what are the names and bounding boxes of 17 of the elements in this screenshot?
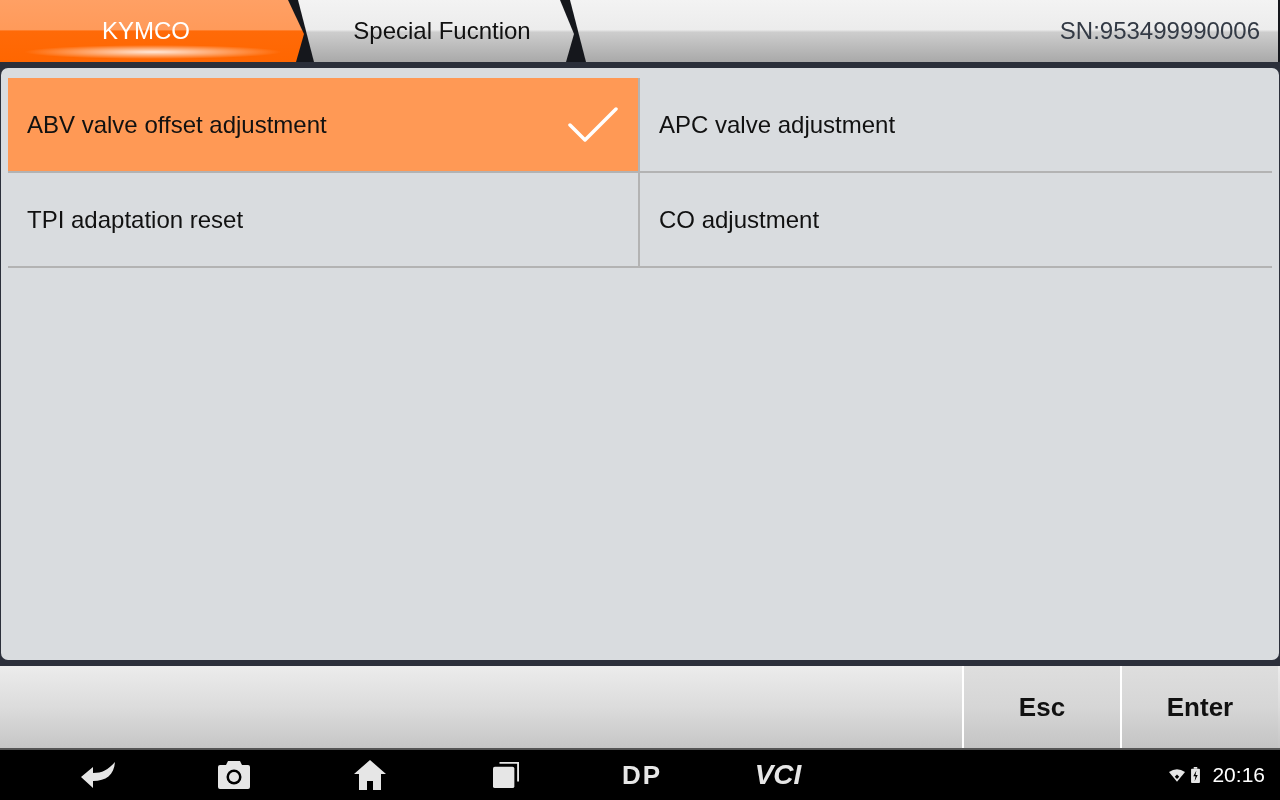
checkmark-icon	[568, 106, 618, 143]
function-item[interactable]: APC valve adjustment	[640, 78, 1272, 173]
action-button[interactable]: Enter	[1120, 666, 1278, 748]
function-item[interactable]: TPI adaptation reset	[8, 173, 640, 268]
home-icon[interactable]	[354, 760, 386, 790]
wifi-icon	[1169, 768, 1186, 782]
camera-icon[interactable]	[218, 761, 250, 789]
back-icon[interactable]	[80, 761, 116, 789]
app-logo[interactable]: VCI	[754, 761, 802, 789]
recent-apps-icon[interactable]	[493, 761, 519, 789]
function-item[interactable]: CO adjustment	[640, 173, 1272, 268]
app-logo[interactable]: DP	[621, 762, 663, 788]
function-item[interactable]: ABV valve offset adjustment	[8, 78, 640, 173]
action-button[interactable]: Esc	[962, 666, 1120, 748]
clock-time: 20:16	[1212, 763, 1265, 787]
battery-charging-icon	[1191, 767, 1201, 783]
serial-number: SN:953499990006	[1059, 17, 1260, 45]
